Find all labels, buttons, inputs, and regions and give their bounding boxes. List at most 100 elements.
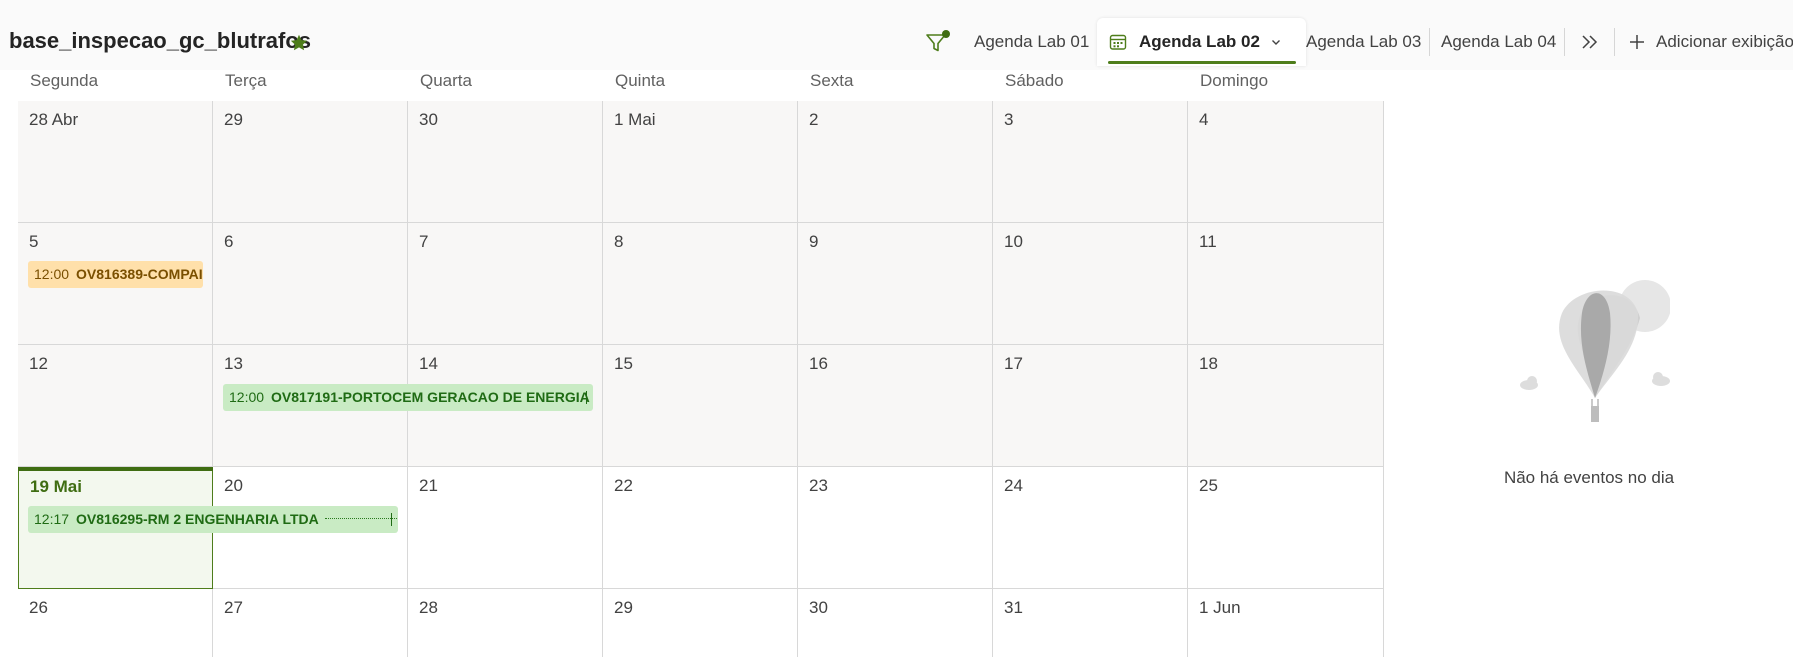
event-duration-line: [324, 517, 397, 519]
tab-divider: [1429, 28, 1430, 56]
calendar-event[interactable]: 12:00 OV816389-COMPAI: [28, 261, 203, 288]
day-cell[interactable]: 10: [993, 223, 1188, 345]
day-cell[interactable]: 4: [1188, 101, 1384, 223]
calendar-event[interactable]: 12:17 OV816295-RM 2 ENGENHARIA LTDA: [28, 506, 398, 533]
day-cell[interactable]: 2: [798, 101, 993, 223]
event-title: OV816389-COMPAI: [76, 266, 203, 282]
day-cell[interactable]: 17: [993, 345, 1188, 467]
day-number: 23: [809, 476, 828, 495]
base-title: base_inspecao_gc_blutrafos: [9, 28, 312, 53]
weekday-header: Domingo: [1200, 71, 1269, 90]
day-cell[interactable]: 25: [1188, 467, 1384, 589]
day-number: 6: [224, 232, 234, 251]
tab-agenda-lab-04[interactable]: Agenda Lab 04: [1441, 18, 1556, 66]
day-number: 18: [1199, 354, 1218, 373]
day-number: 31: [1004, 598, 1023, 617]
empty-state-message: Não há eventos no dia: [1503, 468, 1675, 487]
day-cell[interactable]: 22: [603, 467, 798, 589]
weekday-header: Sexta: [810, 71, 854, 90]
day-number: 7: [419, 232, 429, 251]
event-end-marker: [586, 391, 587, 404]
day-number: 30: [809, 598, 828, 617]
day-cell[interactable]: 16: [798, 345, 993, 467]
event-title: OV817191-PORTOCEM GERACAO DE ENERGIA S: [271, 389, 593, 405]
day-cell[interactable]: 1 Jun: [1188, 589, 1384, 657]
weekday-header: Terça: [225, 71, 267, 90]
day-cell[interactable]: 3: [993, 101, 1188, 223]
star-icon[interactable]: [289, 33, 309, 53]
weekday-header: Quinta: [615, 71, 666, 90]
plus-icon: [1630, 35, 1644, 49]
day-number: 1 Mai: [614, 110, 656, 129]
day-cell[interactable]: 28: [408, 589, 603, 657]
day-cell[interactable]: 30: [798, 589, 993, 657]
day-cell[interactable]: 30: [408, 101, 603, 223]
day-cell[interactable]: 12: [18, 345, 213, 467]
tab-label: Agenda Lab 03: [1306, 32, 1422, 51]
day-number: 10: [1004, 232, 1023, 251]
day-number: 16: [809, 354, 828, 373]
view-header: base_inspecao_gc_blutrafos Agenda Lab 01…: [0, 0, 1793, 70]
day-cell[interactable]: 9: [798, 223, 993, 345]
day-cell[interactable]: 1 Mai: [603, 101, 798, 223]
double-chevron-right-icon[interactable]: [1576, 28, 1604, 56]
tab-agenda-lab-01[interactable]: Agenda Lab 01: [974, 18, 1089, 66]
calendar-grid: 28 Abr 29 30 1 Mai 2 3 4 5 6 7 8 9 10 11…: [18, 101, 1384, 657]
filter-icon[interactable]: [924, 29, 952, 57]
tab-divider: [1564, 28, 1565, 56]
day-events-panel: Não há eventos no dia: [1385, 70, 1793, 657]
weekday-header: Segunda: [30, 71, 99, 90]
day-number: 4: [1199, 110, 1209, 129]
month-calendar: Segunda Terça Quarta Quinta Sexta Sábado…: [18, 70, 1384, 657]
calendar-event[interactable]: 12:00 OV817191-PORTOCEM GERACAO DE ENERGI…: [223, 384, 593, 411]
day-cell[interactable]: 29: [213, 101, 408, 223]
day-cell[interactable]: 6: [213, 223, 408, 345]
day-cell[interactable]: 23: [798, 467, 993, 589]
day-number: 14: [419, 354, 438, 373]
day-number: 27: [224, 598, 243, 617]
day-number: 1 Jun: [1199, 598, 1241, 617]
tab-agenda-lab-02[interactable]: Agenda Lab 02: [1097, 18, 1306, 66]
day-number: 13: [224, 354, 243, 373]
tab-divider: [1614, 28, 1615, 56]
event-time: 12:17: [34, 511, 70, 527]
day-cell[interactable]: 27: [213, 589, 408, 657]
today-indicator: [18, 467, 213, 471]
day-number: 3: [1004, 110, 1014, 129]
day-cell[interactable]: 31: [993, 589, 1188, 657]
weekday-header: Sábado: [1005, 71, 1064, 90]
add-view-button[interactable]: Adicionar exibição: [1628, 18, 1793, 66]
tab-label: Agenda Lab 02: [1139, 32, 1260, 51]
day-number: 26: [29, 598, 48, 617]
day-number: 8: [614, 232, 624, 251]
event-time: 12:00: [34, 266, 70, 282]
day-cell[interactable]: 8: [603, 223, 798, 345]
calendar-icon: [1109, 34, 1127, 50]
day-number: 24: [1004, 476, 1023, 495]
day-number: 20: [224, 476, 243, 495]
tab-label: Agenda Lab 01: [974, 32, 1090, 51]
day-cell[interactable]: 26: [18, 589, 213, 657]
day-cell[interactable]: 21: [408, 467, 603, 589]
hot-air-balloon-icon: [1520, 280, 1670, 422]
day-cell[interactable]: 28 Abr: [18, 101, 213, 223]
day-cell[interactable]: 7: [408, 223, 603, 345]
tab-agenda-lab-03[interactable]: Agenda Lab 03: [1306, 18, 1421, 66]
day-number: 29: [614, 598, 633, 617]
day-number: 25: [1199, 476, 1218, 495]
day-number: 12: [29, 354, 48, 373]
event-title: OV816295-RM 2 ENGENHARIA LTDA: [76, 511, 319, 527]
day-cell[interactable]: 11: [1188, 223, 1384, 345]
day-cell[interactable]: 18: [1188, 345, 1384, 467]
day-number: 17: [1004, 354, 1023, 373]
day-cell[interactable]: 15: [603, 345, 798, 467]
day-number: 11: [1199, 232, 1217, 251]
event-time: 12:00: [229, 389, 265, 405]
tab-label: Agenda Lab 04: [1441, 32, 1557, 51]
day-cell[interactable]: 29: [603, 589, 798, 657]
day-number: 28 Abr: [29, 110, 79, 129]
add-view-label: Adicionar exibição: [1656, 32, 1793, 51]
chevron-down-icon[interactable]: [1270, 36, 1282, 48]
day-cell[interactable]: 24: [993, 467, 1188, 589]
day-number: 9: [809, 232, 819, 251]
